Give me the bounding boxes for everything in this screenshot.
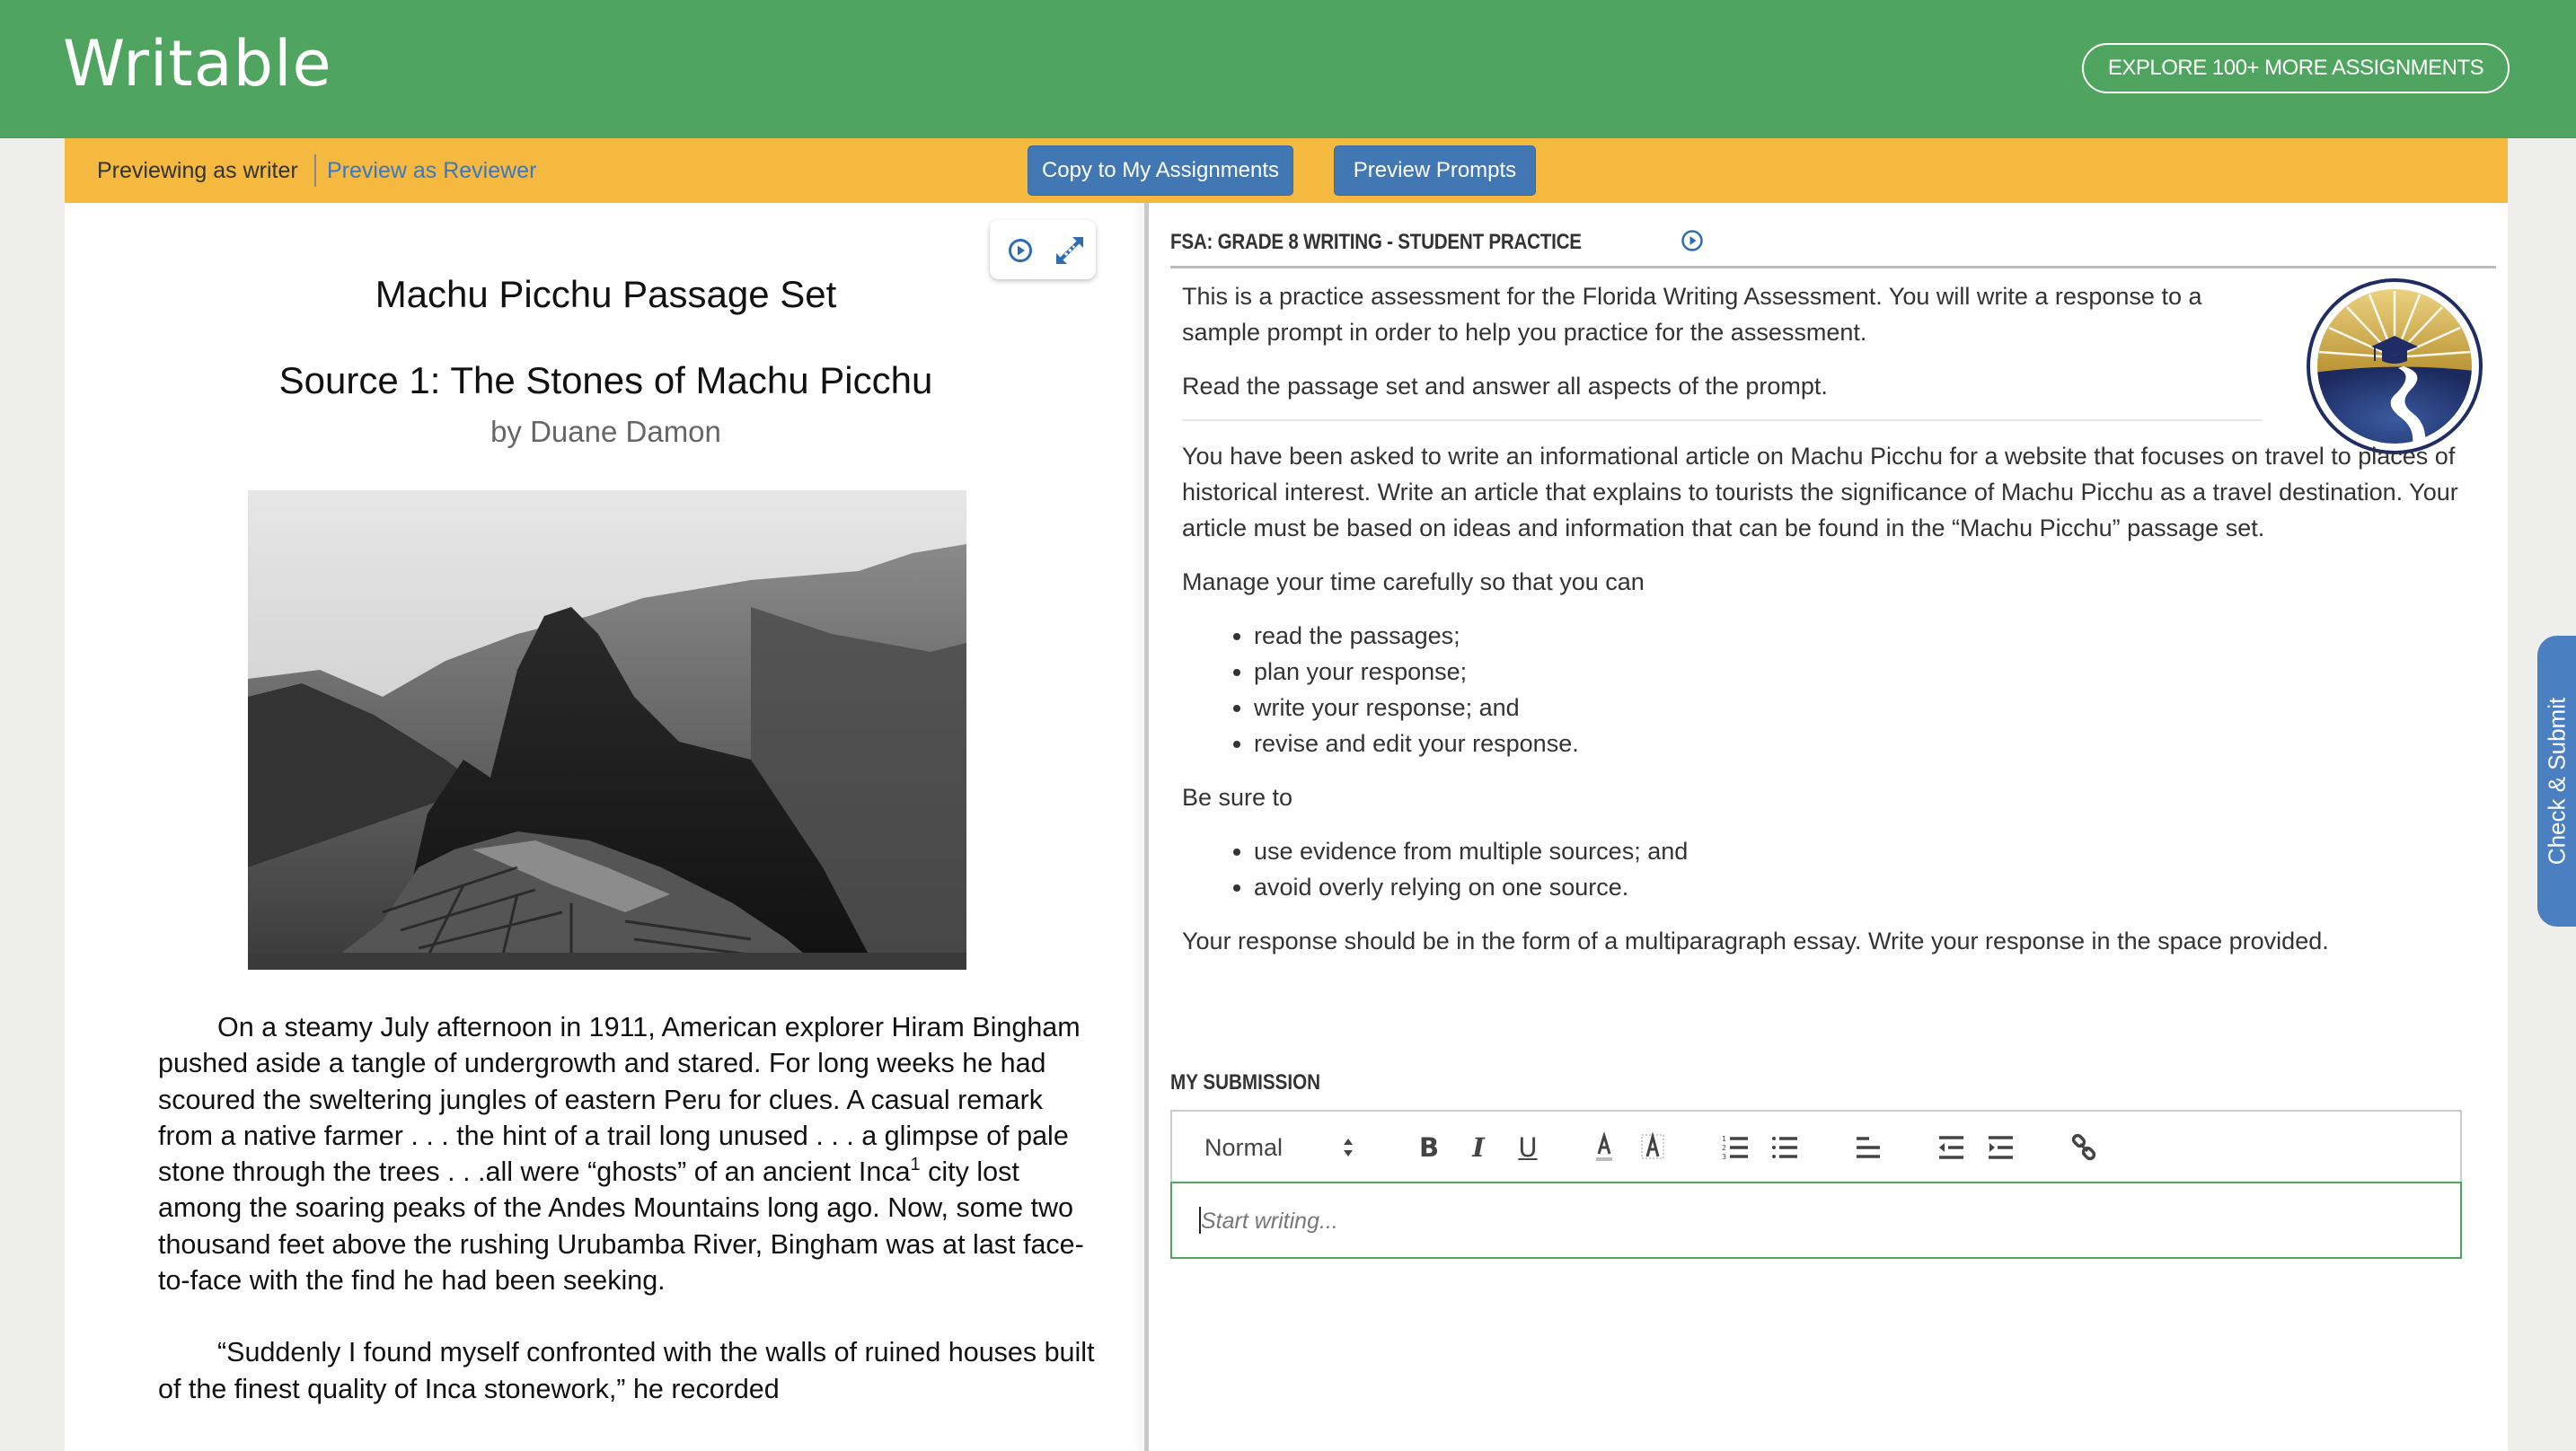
manage-time-text: Manage your time carefully so that you c…	[1182, 568, 1645, 595]
machu-picchu-photo	[248, 490, 966, 970]
select-arrows-icon[interactable]	[1337, 1130, 1359, 1165]
expand-icon[interactable]	[1053, 233, 1087, 272]
assignment-heading: FSA: GRADE 8 WRITING - STUDENT PRACTICE	[1170, 230, 1582, 254]
check-and-submit-tab[interactable]: Check & Submit	[2537, 636, 2576, 927]
list-item: avoid overly relying on one source.	[1254, 869, 2475, 905]
explore-assignments-button[interactable]: EXPLORE 100+ MORE ASSIGNMENTS	[2082, 43, 2510, 93]
list-item: use evidence from multiple sources; and	[1254, 833, 2475, 869]
passage-text: On a steamy July afternoon in 1911, Amer…	[158, 1009, 1101, 1443]
svg-text:2: 2	[1722, 1144, 1726, 1152]
italic-button[interactable]: I	[1464, 1130, 1493, 1165]
svg-text:1: 1	[1722, 1135, 1726, 1143]
bold-button[interactable]: B	[1415, 1130, 1443, 1165]
prompt-pane: FSA: GRADE 8 WRITING - STUDENT PRACTICE …	[1149, 203, 2508, 1451]
text-color-icon[interactable]	[1589, 1130, 1619, 1165]
play-audio-icon[interactable]	[1008, 238, 1033, 268]
check-and-submit-label: Check & Submit	[2543, 697, 2570, 866]
passage-set-title: Machu Picchu Passage Set	[375, 273, 837, 315]
play-audio-icon[interactable]	[1681, 229, 1704, 257]
passage-paragraph: On a steamy July afternoon in 1911, Amer…	[158, 1009, 1101, 1298]
heading-divider	[1170, 266, 2496, 268]
ordered-list-icon[interactable]: 123	[1720, 1130, 1751, 1165]
editor-toolbar: Normal B I U 123	[1170, 1110, 2462, 1183]
main-content: Machu Picchu Passage Set Source 1: The S…	[65, 203, 2508, 1451]
previewing-as-writer-label: Previewing as writer	[97, 158, 298, 183]
link-icon[interactable]	[2069, 1130, 2099, 1165]
writable-logo[interactable]: Writable	[63, 27, 332, 101]
passage-pane: Machu Picchu Passage Set Source 1: The S…	[65, 203, 1147, 1451]
my-submission-label: MY SUBMISSION	[1170, 1070, 1321, 1095]
florida-doe-seal-logo	[2307, 278, 2483, 454]
source-title: Source 1: The Stones of Machu Picchu	[278, 359, 933, 401]
preview-prompts-button[interactable]: Preview Prompts	[1334, 145, 1536, 196]
prompt-paragraph: You have been asked to write an informat…	[1182, 443, 2458, 541]
intro-paragraph: Read the passage set and answer all aspe…	[1182, 373, 1828, 400]
editor-placeholder: Start writing...	[1201, 1209, 1338, 1234]
list-item: read the passages;	[1254, 618, 2475, 654]
passage-tools	[990, 220, 1096, 279]
be-sure-list: use evidence from multiple sources; and …	[1182, 833, 2475, 905]
top-header: Writable EXPLORE 100+ MORE ASSIGNMENTS	[0, 0, 2576, 138]
underline-button[interactable]: U	[1513, 1130, 1542, 1165]
align-icon[interactable]	[1853, 1130, 1883, 1165]
separator	[314, 154, 316, 187]
intro-paragraph: This is a practice assessment for the Fl…	[1182, 283, 2202, 346]
assignment-prompt: You have been asked to write an informat…	[1182, 438, 2475, 977]
copy-to-my-assignments-button[interactable]: Copy to My Assignments	[1028, 145, 1293, 196]
outdent-icon[interactable]	[1936, 1130, 1966, 1165]
list-item: write your response; and	[1254, 690, 2475, 726]
format-select[interactable]: Normal	[1204, 1130, 1312, 1165]
indent-icon[interactable]	[1985, 1130, 2016, 1165]
bullet-list-icon[interactable]	[1769, 1130, 1800, 1165]
svg-text:3: 3	[1722, 1153, 1726, 1161]
closing-text: Your response should be in the form of a…	[1182, 928, 2329, 954]
manage-time-list: read the passages; plan your response; w…	[1182, 618, 2475, 761]
assignment-intro: This is a practice assessment for the Fl…	[1182, 278, 2439, 422]
list-item: plan your response;	[1254, 654, 2475, 690]
list-item: revise and edit your response.	[1254, 726, 2475, 761]
intro-divider	[1182, 419, 2263, 421]
preview-bar: Previewing as writer Preview as Reviewer…	[65, 138, 2508, 203]
footnote-marker[interactable]: 1	[911, 1155, 921, 1174]
background-color-icon[interactable]	[1637, 1130, 1668, 1165]
passage-paragraph: “Suddenly I found myself confronted with…	[158, 1337, 1095, 1404]
preview-as-reviewer-link[interactable]: Preview as Reviewer	[327, 158, 536, 184]
be-sure-text: Be sure to	[1182, 784, 1293, 811]
source-author: by Duane Damon	[490, 415, 721, 448]
submission-editor[interactable]: Start writing...	[1170, 1182, 2462, 1259]
